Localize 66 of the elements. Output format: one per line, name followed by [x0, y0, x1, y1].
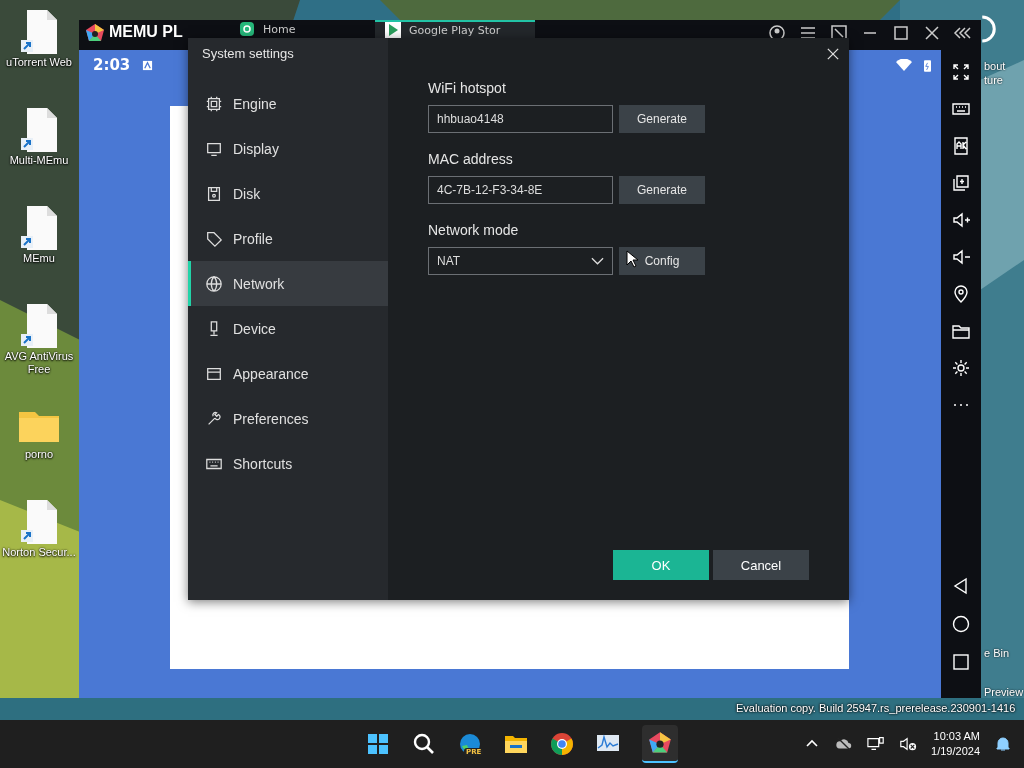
chevron-down-icon: [591, 257, 604, 265]
browser-tab[interactable]: Google Play Stor: [375, 20, 535, 38]
desktop-icon-label: e Bin: [984, 647, 1010, 659]
field-label: WiFi hotspot: [428, 80, 507, 96]
volume-down-icon[interactable]: [951, 247, 971, 267]
action-button[interactable]: Config: [619, 247, 705, 275]
chrome-icon[interactable]: [550, 732, 574, 756]
home-icon[interactable]: [951, 614, 971, 634]
taskbar-time[interactable]: 10:03 AM: [933, 728, 980, 744]
desktop-icon-label: bout: [984, 60, 1006, 72]
apk-icon[interactable]: [951, 136, 971, 156]
status-clock: 2:03: [93, 56, 131, 74]
location-pin-icon[interactable]: [951, 284, 971, 304]
speaker-muted-icon[interactable]: [899, 736, 918, 752]
search-icon[interactable]: [412, 732, 436, 756]
action-button[interactable]: Generate: [619, 105, 705, 133]
field-label: MAC address: [428, 151, 514, 167]
desktop-icon-label[interactable]: AVG AntiVirus Free: [0, 350, 78, 376]
action-button[interactable]: Generate: [619, 176, 705, 204]
app-logo-icon[interactable]: [648, 731, 672, 755]
recents-icon[interactable]: [951, 652, 971, 672]
settings-nav-item[interactable]: Network: [188, 261, 388, 306]
expand-icon[interactable]: [951, 62, 971, 82]
desktop-icon-label[interactable]: porno: [24, 448, 54, 461]
settings-nav-item[interactable]: Shortcuts: [188, 441, 388, 486]
field-label: Network mode: [428, 222, 520, 238]
cloud-off-icon[interactable]: [835, 736, 854, 752]
play-store-icon: [385, 22, 401, 38]
settings-nav-item[interactable]: Engine: [188, 81, 388, 126]
notification-icon: [142, 59, 154, 71]
settings-nav-item[interactable]: Appearance: [188, 351, 388, 396]
chip-icon: [205, 94, 223, 113]
wifi-icon: [896, 59, 912, 71]
desktop-icon-label: ture: [984, 74, 1003, 86]
desktop-icon-label[interactable]: MEmu: [23, 252, 55, 265]
mouse-cursor-icon: [626, 250, 638, 268]
desktop-text: Preview: [984, 686, 1024, 698]
settings-nav-item[interactable]: Disk: [188, 171, 388, 216]
desktop-icon-label[interactable]: uTorrent Web: [6, 56, 72, 69]
app-logo-icon: [85, 23, 105, 43]
maximize-icon[interactable]: [891, 23, 911, 43]
multi-window-icon[interactable]: [951, 173, 971, 193]
dropdown[interactable]: NAT: [428, 247, 613, 275]
volume-up-icon[interactable]: [951, 210, 971, 230]
close-icon[interactable]: [827, 48, 839, 60]
battery-icon: [924, 58, 931, 72]
notification-bell-icon[interactable]: [994, 736, 1012, 752]
build-info-text: Evaluation copy. Build 25947.rs_prerelease.230901-1416: [736, 702, 1016, 714]
windows-start-icon[interactable]: [366, 732, 390, 756]
app-brand: MEMU PL: [109, 23, 184, 41]
tag-icon: [205, 229, 223, 248]
text-field[interactable]: hhbuao4148: [428, 105, 613, 133]
profile-icon[interactable]: [982, 14, 996, 44]
settings-nav-item[interactable]: Device: [188, 306, 388, 351]
home-app-icon: [239, 21, 255, 37]
cancel-button[interactable]: Cancel: [713, 550, 809, 580]
text-field[interactable]: 4C-7B-12-F3-34-8E: [428, 176, 613, 204]
settings-nav-item[interactable]: Profile: [188, 216, 388, 261]
dialog-title: System settings: [201, 45, 295, 63]
globe-icon: [205, 274, 223, 293]
browser-tab[interactable]: Home: [229, 20, 369, 38]
taskbar-date[interactable]: 1/19/2024: [931, 744, 980, 760]
settings-nav-item[interactable]: Preferences: [188, 396, 388, 441]
desktop-icon-label[interactable]: Multi-MEmu: [9, 154, 69, 167]
network-icon[interactable]: [867, 736, 886, 752]
settings-nav-item[interactable]: Display: [188, 126, 388, 171]
